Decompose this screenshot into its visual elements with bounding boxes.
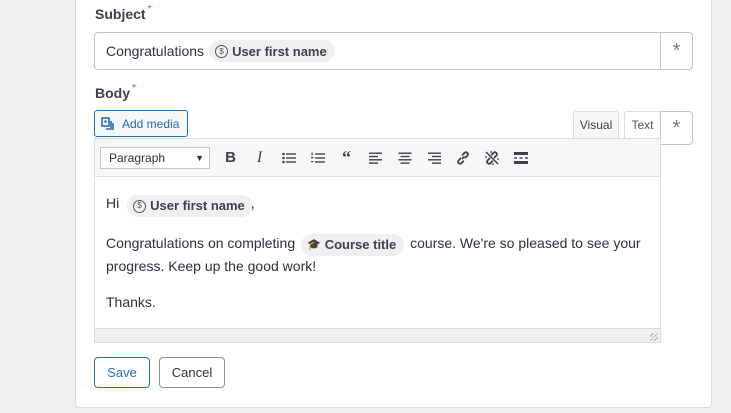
tab-visual[interactable]: Visual	[573, 111, 619, 138]
unlink-icon	[484, 150, 499, 165]
editor-content[interactable]: Hi $ User first name , Congratulations o…	[95, 177, 660, 312]
congrats-text: Congratulations on completing	[106, 235, 296, 251]
add-media-label: Add media	[122, 116, 180, 131]
align-left-button[interactable]	[361, 145, 390, 171]
bold-icon: B	[225, 149, 236, 166]
blockquote-button[interactable]: “	[332, 145, 361, 171]
numbered-list-icon	[310, 152, 325, 163]
unlink-button[interactable]	[477, 145, 506, 171]
save-label: Save	[107, 365, 137, 380]
course-tag-label: Course title	[324, 237, 397, 252]
congrats-paragraph: Congratulations on completing 🎓 Course t…	[106, 233, 649, 276]
body-editor[interactable]: Paragraph ▼ B I “ Hi $ User first name ,…	[94, 138, 661, 343]
editor-statusbar	[95, 328, 660, 342]
cancel-button[interactable]: Cancel	[159, 357, 225, 388]
body-user-first-name-tag[interactable]: $ User first name	[127, 195, 253, 217]
subject-input[interactable]: Congratulations $ User first name	[94, 32, 661, 70]
chevron-down-icon: ▼	[195, 152, 204, 163]
read-more-icon	[513, 151, 528, 164]
read-more-button[interactable]	[506, 145, 535, 171]
numbered-list-button[interactable]	[303, 145, 332, 171]
user-tag-icon: $	[133, 199, 147, 213]
subject-text: Congratulations	[106, 43, 205, 59]
blockquote-icon: “	[342, 147, 351, 167]
cancel-label: Cancel	[171, 365, 213, 380]
course-title-tag[interactable]: 🎓 Course title	[301, 234, 405, 256]
italic-button[interactable]: I	[245, 145, 274, 171]
bulleted-list-icon	[281, 152, 296, 163]
subject-required-mark: *	[147, 4, 152, 15]
align-center-button[interactable]	[390, 145, 419, 171]
editor-toolbar: Paragraph ▼ B I “	[95, 139, 660, 177]
bulleted-list-button[interactable]	[274, 145, 303, 171]
subject-user-first-name-tag[interactable]: $ User first name	[209, 40, 335, 62]
body-label: Body *	[95, 83, 136, 101]
body-insert-tag-button[interactable]: *	[660, 111, 693, 145]
align-right-button[interactable]	[419, 145, 448, 171]
tab-visual-label: Visual	[579, 118, 613, 132]
subject-insert-tag-button[interactable]: *	[660, 32, 693, 70]
subject-label: Subject *	[95, 4, 152, 22]
format-select-value: Paragraph	[109, 150, 166, 165]
italic-icon: I	[256, 148, 263, 166]
greeting-comma: ,	[250, 195, 255, 211]
align-right-icon	[427, 152, 441, 164]
asterisk-icon: *	[672, 40, 681, 62]
resize-grip-icon[interactable]	[650, 333, 658, 341]
add-media-icon	[101, 116, 114, 130]
body-required-mark: *	[132, 83, 136, 94]
format-select[interactable]: Paragraph ▼	[100, 146, 210, 169]
subject-tag-label: User first name	[232, 43, 327, 59]
asterisk-icon: *	[672, 117, 681, 139]
add-media-button[interactable]: Add media	[94, 110, 188, 137]
body-user-tag-label: User first name	[150, 198, 245, 213]
align-left-icon	[368, 152, 382, 164]
subject-label-text: Subject	[95, 6, 146, 22]
tab-text[interactable]: Text	[624, 111, 661, 138]
align-center-icon	[398, 152, 411, 164]
link-button[interactable]	[448, 145, 477, 171]
save-button[interactable]: Save	[94, 357, 150, 388]
bold-button[interactable]: B	[216, 145, 245, 171]
user-tag-icon: $	[215, 44, 229, 58]
course-cap-icon: 🎓	[307, 239, 321, 251]
link-icon	[456, 150, 469, 165]
tab-text-label: Text	[631, 118, 654, 132]
greeting-line: Hi $ User first name ,	[106, 193, 649, 217]
greeting-text: Hi	[106, 195, 120, 211]
signoff-line: Thanks.	[106, 294, 156, 310]
body-label-text: Body	[95, 85, 130, 101]
